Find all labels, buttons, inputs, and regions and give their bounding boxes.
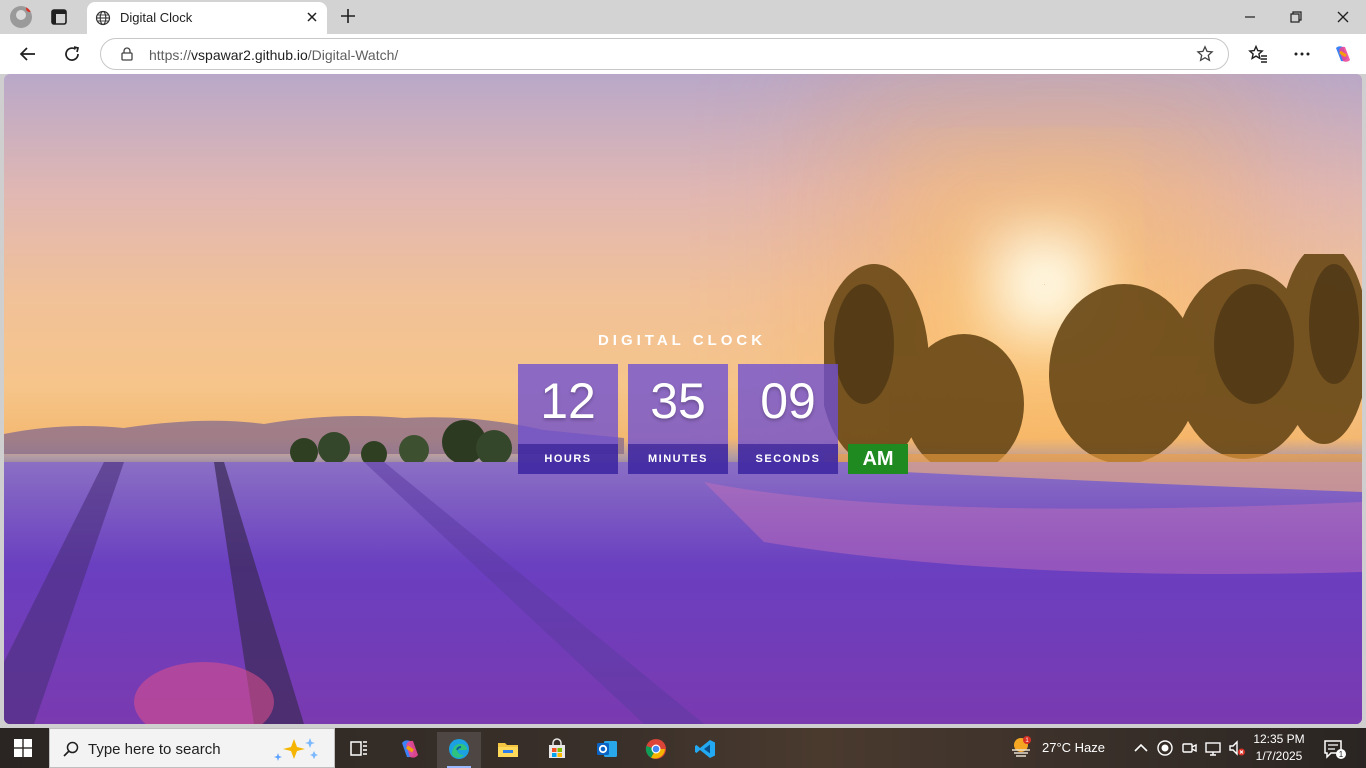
minutes-box: 35 MINUTES <box>628 364 728 474</box>
taskbar: Type here to search 1 27°C Haze 12:35 PM… <box>0 728 1366 768</box>
vscode-button[interactable] <box>683 732 727 768</box>
copilot-icon <box>402 740 418 758</box>
search-placeholder: Type here to search <box>88 741 221 758</box>
copilot-icon[interactable] <box>1333 44 1353 64</box>
seconds-label: SECONDS <box>738 444 838 474</box>
outlook-button[interactable] <box>585 732 629 768</box>
seconds-value: 09 <box>760 373 816 429</box>
profile-avatar-icon[interactable] <box>10 6 32 28</box>
tab-actions-icon[interactable] <box>50 8 68 26</box>
store-button[interactable] <box>535 732 579 768</box>
lavender-field <box>4 462 1362 724</box>
meet-now-icon[interactable] <box>1180 739 1198 757</box>
browser-tab-strip: Digital Clock <box>0 0 1366 34</box>
meridiem-badge: AM <box>848 444 908 474</box>
tab-title: Digital Clock <box>120 10 193 25</box>
favorites-icon[interactable] <box>1248 44 1268 64</box>
volume-muted-icon[interactable] <box>1228 739 1246 757</box>
new-tab-icon[interactable] <box>339 7 357 25</box>
file-explorer-icon <box>498 743 518 757</box>
copilot-taskbar-button[interactable] <box>388 732 432 768</box>
windows-start-icon[interactable] <box>14 739 32 757</box>
close-window-icon[interactable] <box>1334 8 1352 26</box>
weather-haze-icon: 1 <box>1012 736 1031 757</box>
favorite-star-icon[interactable] <box>1196 45 1214 63</box>
page-title: DIGITAL CLOCK <box>597 332 767 349</box>
lock-icon[interactable] <box>119 46 135 62</box>
weather-widget[interactable]: 1 27°C Haze <box>1010 736 1115 760</box>
file-explorer-button[interactable] <box>486 732 530 768</box>
sparkle-icon <box>274 738 318 761</box>
globe-icon <box>95 10 111 26</box>
task-view-button[interactable] <box>337 732 381 768</box>
record-icon[interactable] <box>1156 739 1174 757</box>
back-arrow-icon[interactable] <box>18 44 38 64</box>
task-view-icon <box>350 741 367 756</box>
restore-icon[interactable] <box>1287 8 1305 26</box>
chrome-button[interactable] <box>634 732 678 768</box>
edge-taskbar-button[interactable] <box>437 732 481 768</box>
page-viewport: DIGITAL CLOCK 12 HOURS 35 MINUTES 09 SEC… <box>4 74 1362 724</box>
taskbar-search-input[interactable]: Type here to search <box>49 728 335 768</box>
minutes-value: 35 <box>650 373 706 429</box>
notification-icon[interactable]: 1 <box>1322 738 1348 760</box>
taskbar-date: 1/7/2025 <box>1255 749 1303 763</box>
browser-toolbar: https://vspawar2.github.io/Digital-Watch… <box>0 34 1366 74</box>
close-tab-icon[interactable] <box>305 10 319 24</box>
chrome-icon <box>645 739 666 759</box>
notification-count: 1 <box>1339 750 1344 759</box>
address-bar[interactable]: https://vspawar2.github.io/Digital-Watch… <box>100 38 1229 70</box>
right-trees <box>824 254 1362 474</box>
hours-label: HOURS <box>518 444 618 474</box>
outlook-icon <box>597 741 617 757</box>
hours-value: 12 <box>540 373 596 429</box>
tab-digital-clock[interactable]: Digital Clock <box>87 2 327 34</box>
network-icon[interactable] <box>1204 739 1222 757</box>
minimize-icon[interactable] <box>1241 8 1259 26</box>
more-options-icon[interactable] <box>1292 44 1312 64</box>
search-icon <box>63 741 79 757</box>
chevron-up-icon[interactable] <box>1132 739 1150 757</box>
url-text[interactable]: https://vspawar2.github.io/Digital-Watch… <box>149 47 398 63</box>
taskbar-clock[interactable]: 12:35 PM 1/7/2025 <box>1248 731 1310 765</box>
minutes-label: MINUTES <box>628 444 728 474</box>
refresh-icon[interactable] <box>62 44 82 64</box>
edge-icon <box>449 739 469 759</box>
vscode-icon <box>695 740 715 758</box>
seconds-box: 09 SECONDS <box>738 364 838 474</box>
taskbar-time: 12:35 PM <box>1253 732 1305 746</box>
store-icon <box>549 738 565 758</box>
weather-text: 27°C Haze <box>1042 740 1106 755</box>
hours-box: 12 HOURS <box>518 364 618 474</box>
